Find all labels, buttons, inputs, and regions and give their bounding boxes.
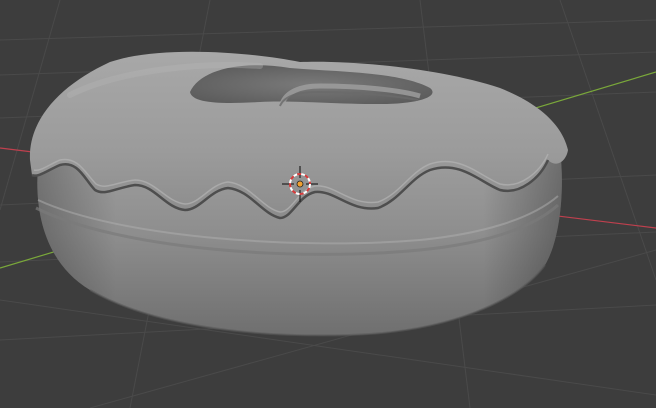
viewport-canvas[interactable] (0, 0, 656, 408)
3d-viewport[interactable] (0, 0, 656, 408)
object-origin-icon (296, 180, 304, 188)
